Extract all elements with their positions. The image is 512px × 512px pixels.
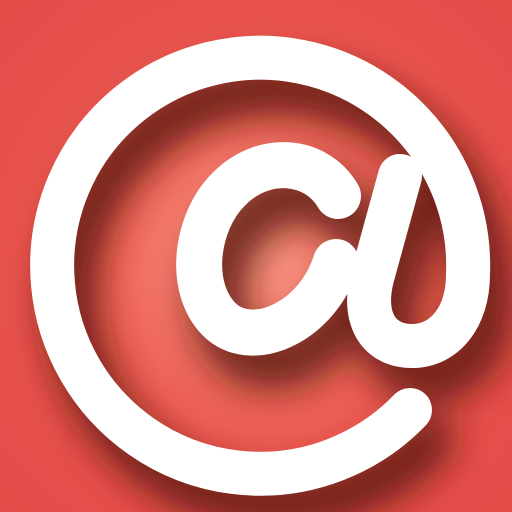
at-sign-icon bbox=[30, 35, 512, 512]
app-icon-tile bbox=[0, 0, 512, 512]
